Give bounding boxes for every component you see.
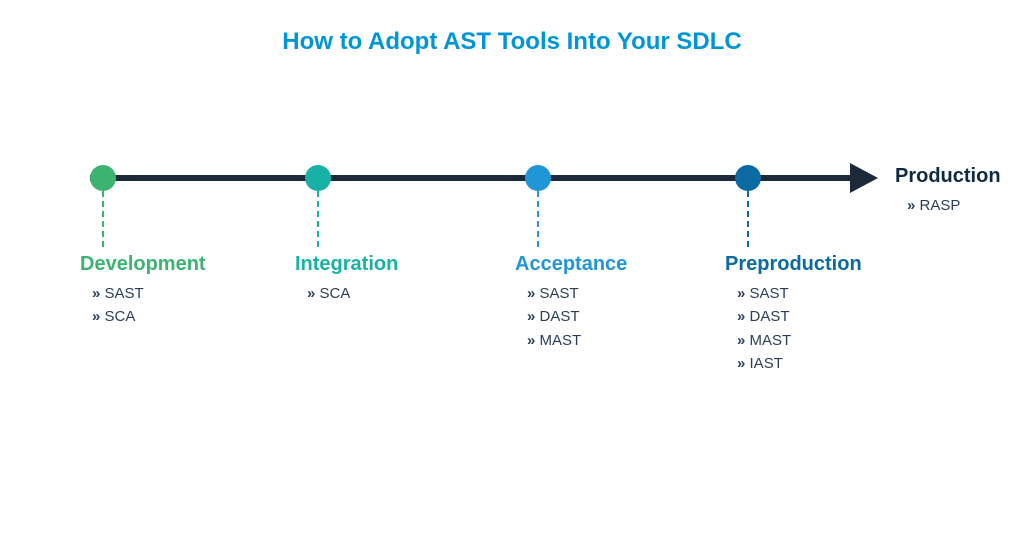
tool-item: DAST — [527, 305, 715, 328]
connector-line — [102, 191, 104, 247]
timeline-node-integration — [305, 165, 331, 191]
connector-line — [747, 191, 749, 247]
stage-production: Production RASP — [895, 165, 1001, 217]
stage-preproduction: Preproduction SASTDASTMASTIAST — [725, 253, 925, 375]
tool-item: SAST — [527, 282, 715, 305]
arrowhead-icon — [850, 163, 878, 193]
tool-item: RASP — [907, 194, 1001, 217]
tool-item: SCA — [92, 305, 280, 328]
timeline-node-preproduction — [735, 165, 761, 191]
stage-label: Preproduction — [725, 253, 925, 276]
stage-label-production: Production — [895, 165, 1001, 188]
stage-integration: Integration SCA — [295, 253, 495, 305]
stage-label: Acceptance — [515, 253, 715, 276]
tool-item: IAST — [737, 352, 925, 375]
tool-item: MAST — [737, 329, 925, 352]
tool-item: SAST — [737, 282, 925, 305]
stage-label: Integration — [295, 253, 495, 276]
tool-item: SAST — [92, 282, 280, 305]
timeline-node-development — [90, 165, 116, 191]
tool-item: SCA — [307, 282, 495, 305]
stage-development: Development SASTSCA — [80, 253, 280, 329]
tool-item: MAST — [527, 329, 715, 352]
stage-label: Development — [80, 253, 280, 276]
stage-acceptance: Acceptance SASTDASTMAST — [515, 253, 715, 352]
timeline-node-acceptance — [525, 165, 551, 191]
connector-line — [317, 191, 319, 247]
connector-line — [537, 191, 539, 247]
diagram-title: How to Adopt AST Tools Into Your SDLC — [0, 0, 1024, 56]
tool-item: DAST — [737, 305, 925, 328]
